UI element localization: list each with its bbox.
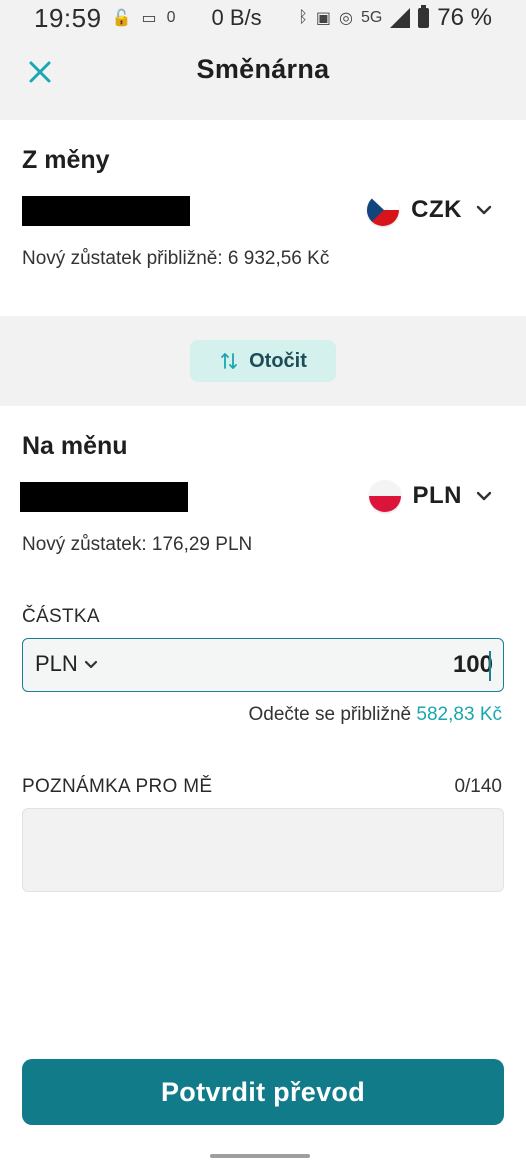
- swap-band: Otočit: [0, 316, 526, 406]
- swap-arrows-icon: [221, 353, 238, 369]
- deduct-info: Odečte se přibližně 582,83 Kč: [248, 704, 502, 726]
- confirm-transfer-button[interactable]: Potvrdit převod: [22, 1059, 504, 1125]
- net-speed: 0 B/s: [211, 5, 262, 30]
- note-counter: 0/140: [454, 776, 502, 797]
- chevron-down-icon: [84, 660, 97, 668]
- battery-level: 76 %: [437, 4, 492, 31]
- amount-currency-select[interactable]: PLN: [35, 651, 98, 677]
- amount-field[interactable]: PLN: [22, 638, 504, 692]
- bluetooth-icon: ᛒ: [298, 9, 308, 26]
- czech-flag-icon: [367, 194, 400, 226]
- to-title: Na měnu: [22, 432, 128, 460]
- chevron-down-icon: [474, 200, 494, 220]
- hotspot-icon: ◎: [338, 10, 353, 27]
- to-currency-select[interactable]: PLN: [368, 480, 495, 512]
- from-currency-code: CZK: [411, 196, 462, 223]
- note-label: POZNÁMKA PRO MĚ: [22, 776, 213, 797]
- network-type: 5G: [360, 9, 383, 26]
- notification-count: 0: [166, 9, 176, 26]
- status-bar: 19:59 🔓 ▭ 0 0 B/s ᛒ ▣ ◎ 5G 76 %: [0, 0, 526, 36]
- redacted-account: [20, 482, 188, 512]
- status-left: 19:59 🔓 ▭ 0 0 B/s: [34, 3, 262, 34]
- polish-flag-icon: [368, 480, 401, 512]
- exchange-screen: 19:59 🔓 ▭ 0 0 B/s ᛒ ▣ ◎ 5G 76 % Směnárna…: [0, 0, 526, 1168]
- gallery-icon: ▭: [141, 10, 157, 27]
- text-caret: [489, 651, 491, 681]
- redacted-account: [22, 196, 190, 226]
- nfc-icon: ▣: [315, 10, 331, 27]
- to-balance: Nový zůstatek: 176,29 PLN: [22, 534, 253, 555]
- signal-icon: [390, 8, 411, 28]
- page-title: Směnárna: [196, 54, 330, 84]
- from-currency-select[interactable]: CZK: [367, 194, 494, 226]
- unlock-icon: 🔓: [111, 10, 132, 27]
- status-time: 19:59: [34, 2, 102, 33]
- to-currency-section: Na měnu PLN Nový zůstatek: 176,29 PLN ČÁ…: [0, 406, 526, 1168]
- amount-currency-code: PLN: [35, 651, 78, 676]
- from-title: Z měny: [22, 146, 110, 174]
- battery-icon: [418, 5, 430, 28]
- note-input[interactable]: [22, 808, 504, 892]
- app-header: Směnárna: [0, 36, 526, 120]
- deduct-prefix: Odečte se přibližně: [248, 704, 412, 725]
- deduct-value: 582,83 Kč: [416, 704, 502, 725]
- swap-label: Otočit: [249, 349, 307, 372]
- chevron-down-icon: [474, 486, 494, 506]
- to-currency-code: PLN: [412, 482, 462, 509]
- amount-label: ČÁSTKA: [22, 606, 100, 627]
- swap-button[interactable]: Otočit: [190, 340, 336, 382]
- amount-input[interactable]: [243, 645, 493, 685]
- home-indicator[interactable]: [210, 1154, 310, 1158]
- status-right: ᛒ ▣ ◎ 5G 76 %: [298, 4, 492, 32]
- from-currency-section: Z měny CZK Nový zůstatek přibližně: 6 93…: [0, 120, 526, 316]
- from-balance: Nový zůstatek přibližně: 6 932,56 Kč: [22, 248, 330, 269]
